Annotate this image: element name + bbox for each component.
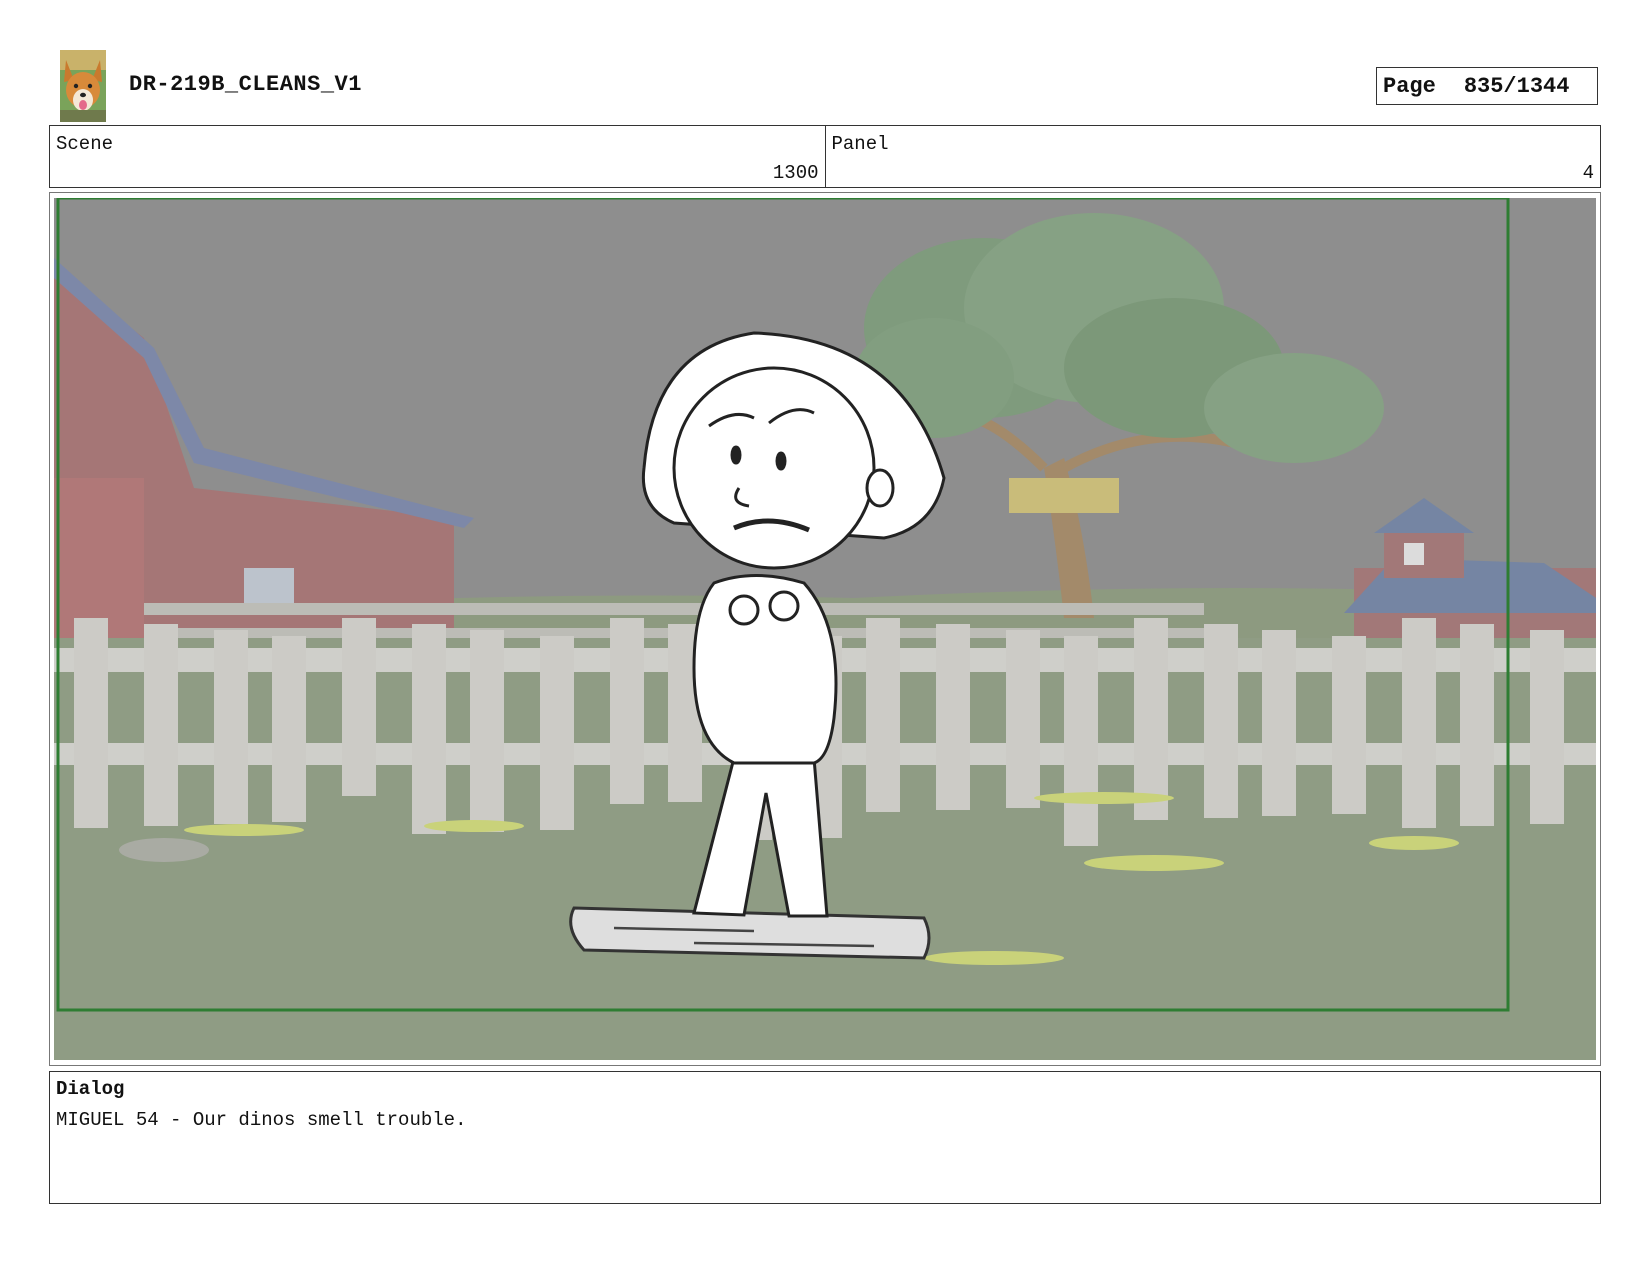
fence-picket <box>1262 630 1296 816</box>
fence-picket <box>1064 636 1098 846</box>
fence-picket <box>540 636 574 830</box>
scene-value: 1300 <box>772 162 819 184</box>
fence-picket <box>412 624 446 834</box>
fence-picket <box>1460 624 1494 826</box>
page-indicator: Page 835/1344 <box>1376 67 1598 105</box>
fence-picket <box>144 624 178 826</box>
dialog-box: Dialog MIGUEL 54 - Our dinos smell troub… <box>49 1071 1601 1204</box>
fence-picket <box>610 618 644 804</box>
fence-picket <box>214 630 248 824</box>
corgi-logo-icon <box>60 50 106 122</box>
storyboard-panel-image <box>54 198 1596 1060</box>
fence-picket <box>1006 630 1040 808</box>
panel-value: 4 <box>1582 162 1594 184</box>
fence-picket <box>1402 618 1436 828</box>
fence-picket <box>866 618 900 812</box>
scene-label: Scene <box>56 133 114 155</box>
fence-picket <box>74 618 108 828</box>
scene-panel-row: Scene 1300 Panel 4 <box>49 125 1601 188</box>
page-number: 835/1344 <box>1463 73 1570 99</box>
page-label: Page <box>1383 73 1436 99</box>
fence-picket <box>470 630 504 832</box>
fence-picket <box>1332 636 1366 814</box>
panel-cell: Panel 4 <box>824 126 1601 187</box>
fence-picket <box>272 636 306 822</box>
fence-picket <box>1204 624 1238 818</box>
fence-picket <box>1530 630 1564 824</box>
log-sketch <box>569 906 931 960</box>
fence-picket <box>936 624 970 810</box>
fence-picket <box>1134 618 1168 820</box>
fence-picket <box>342 618 376 796</box>
panel-label: Panel <box>831 133 889 155</box>
dialog-text: MIGUEL 54 - Our dinos smell trouble. <box>56 1109 467 1131</box>
scene-cell: Scene 1300 <box>50 126 825 187</box>
dialog-label: Dialog <box>56 1078 125 1100</box>
document-title: DR-219B_CLEANS_V1 <box>129 72 362 97</box>
